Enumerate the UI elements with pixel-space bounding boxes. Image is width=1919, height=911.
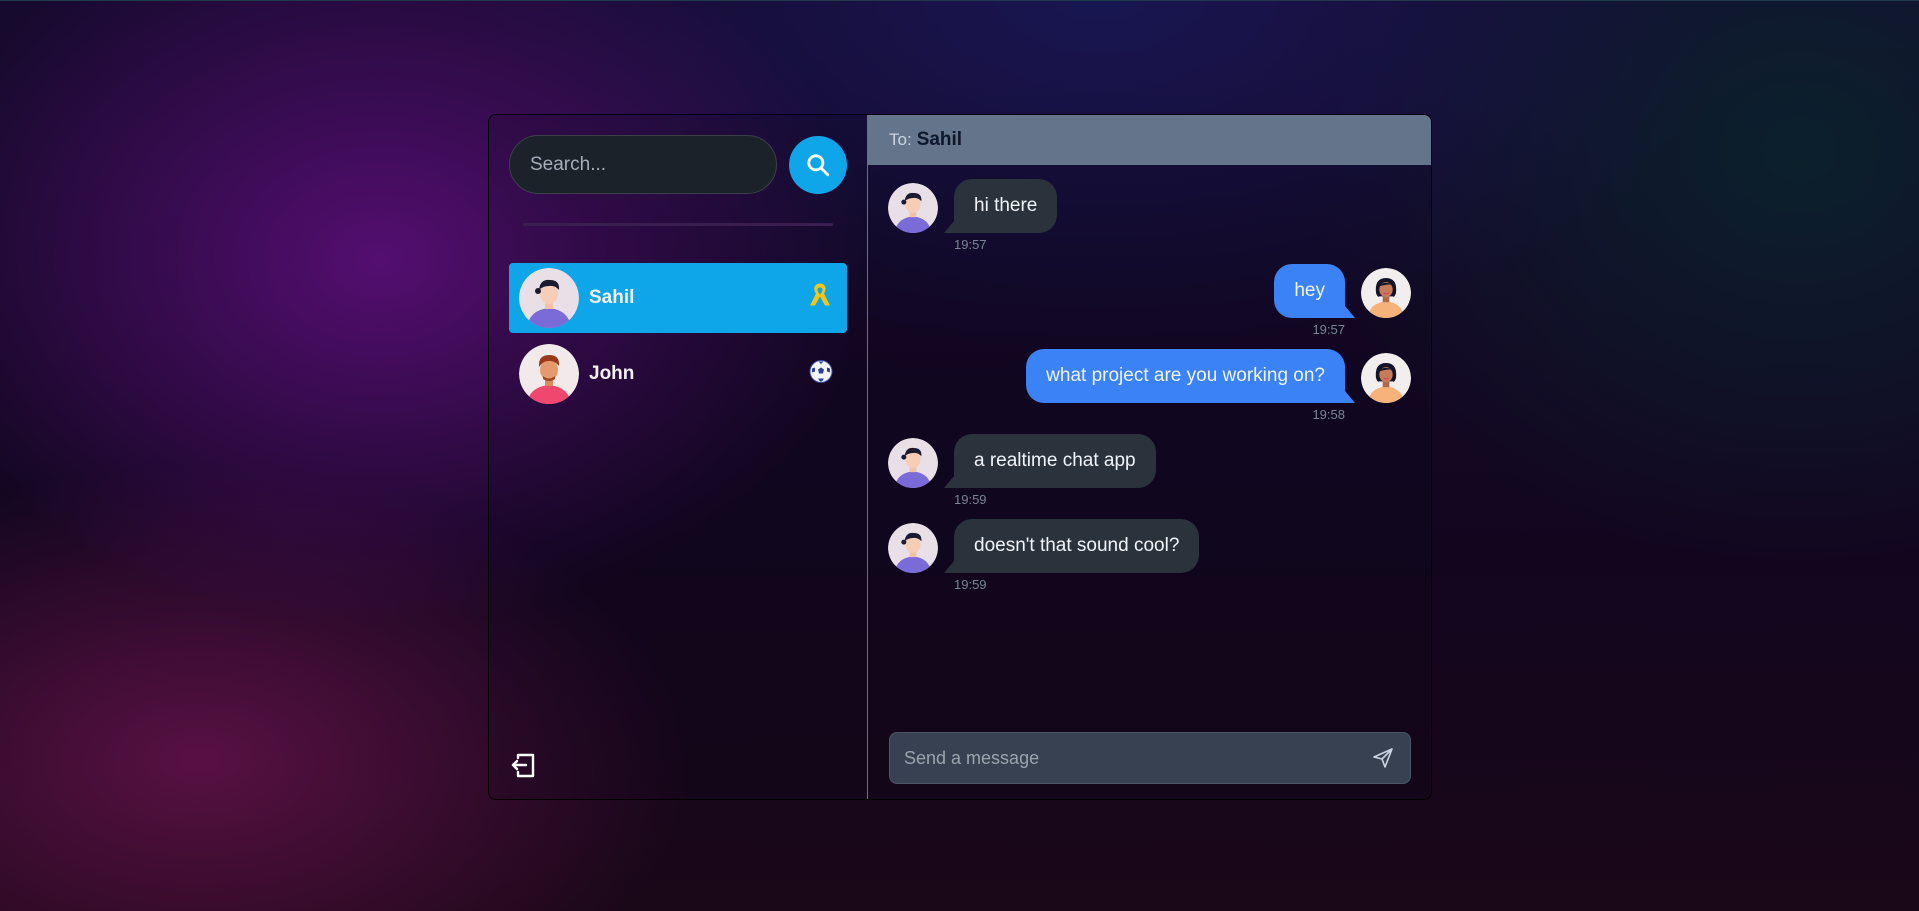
- conversation-item-sahil[interactable]: Sahil: [509, 263, 847, 333]
- logout-button[interactable]: [509, 751, 537, 779]
- avatar: [888, 438, 938, 488]
- message-bubble: doesn't that sound cool?: [954, 519, 1200, 573]
- conversation-list: Sahil John: [509, 263, 847, 409]
- to-label: To:: [889, 130, 912, 149]
- top-edge-line: [0, 0, 1919, 1]
- message-bubble: hey: [1274, 264, 1345, 318]
- message-time: 19:58: [1312, 407, 1345, 422]
- message-composer: [889, 732, 1411, 784]
- message-time: 19:59: [954, 577, 987, 592]
- avatar: [1361, 353, 1411, 403]
- message-outgoing: what project are you working on? 19:58: [888, 349, 1411, 434]
- sidebar: Sahil: [489, 115, 868, 799]
- message-incoming: hi there 19:57: [888, 179, 1411, 264]
- chat-panel: To: Sahil hi there 19:57 hey 19:57 what …: [868, 115, 1431, 799]
- avatar: [519, 344, 579, 404]
- avatar: [888, 183, 938, 233]
- soccer-ball-icon: [809, 360, 833, 389]
- avatar: [888, 523, 938, 573]
- message-time: 19:57: [1312, 322, 1345, 337]
- search-input[interactable]: [509, 135, 777, 194]
- message-outgoing: hey 19:57: [888, 264, 1411, 349]
- message-time: 19:57: [954, 237, 987, 252]
- conversation-name: John: [589, 363, 635, 384]
- search-form: [509, 135, 847, 194]
- conversation-name: Sahil: [589, 287, 635, 308]
- send-icon: [1373, 748, 1393, 768]
- avatar: [1361, 268, 1411, 318]
- chat-header: To: Sahil: [868, 115, 1431, 165]
- message-bubble: what project are you working on?: [1026, 349, 1345, 403]
- message-bubble: hi there: [954, 179, 1058, 233]
- sidebar-divider: [523, 223, 833, 226]
- message-input[interactable]: [904, 747, 1370, 769]
- avatar: [519, 268, 579, 328]
- search-icon: [807, 153, 830, 176]
- message-incoming: a realtime chat app 19:59: [888, 434, 1411, 519]
- conversation-item-john[interactable]: John: [509, 339, 847, 409]
- search-button[interactable]: [789, 135, 847, 194]
- message-list: hi there 19:57 hey 19:57 what project ar…: [868, 165, 1431, 799]
- recipient-name: Sahil: [916, 129, 963, 150]
- send-button[interactable]: [1370, 745, 1396, 771]
- ribbon-icon: [807, 282, 833, 315]
- message-time: 19:59: [954, 492, 987, 507]
- message-incoming: doesn't that sound cool? 19:59: [888, 519, 1411, 604]
- logout-icon: [511, 753, 535, 778]
- message-bubble: a realtime chat app: [954, 434, 1156, 488]
- chat-app-window: Sahil: [488, 114, 1432, 800]
